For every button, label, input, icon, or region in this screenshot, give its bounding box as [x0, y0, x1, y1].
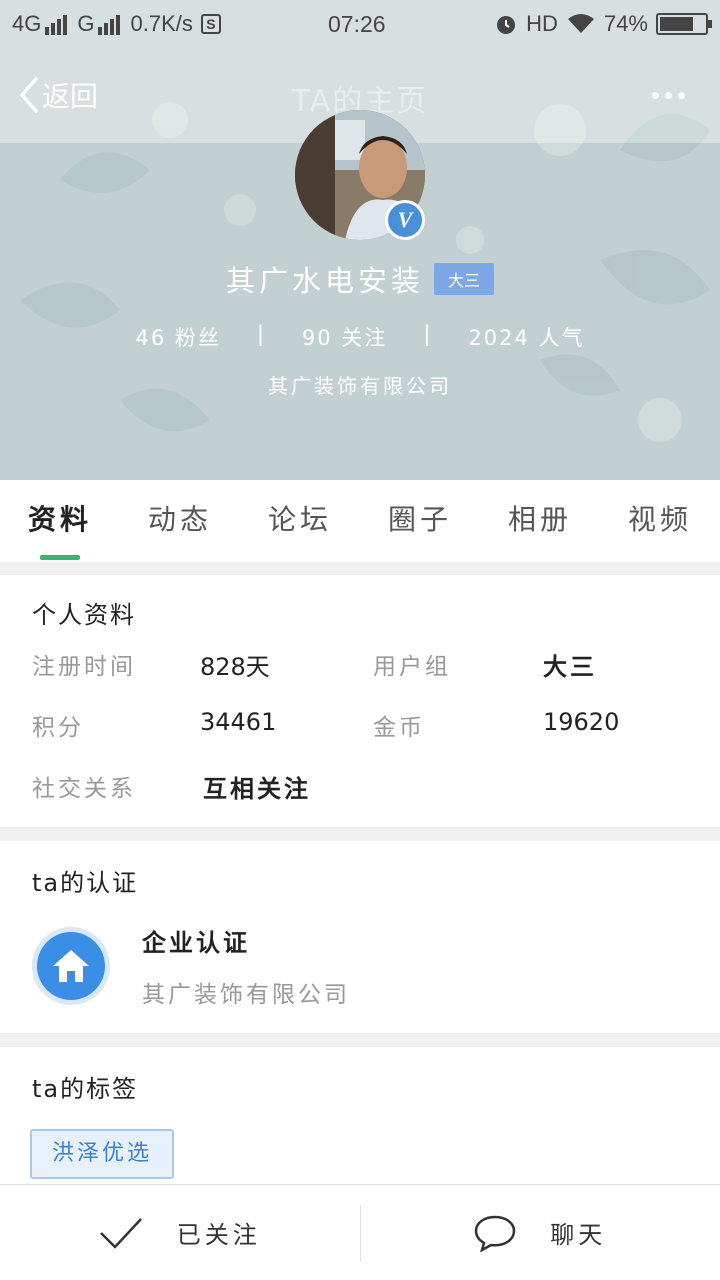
points-value: 34461 [200, 708, 277, 736]
social-value: 互相关注 [203, 775, 311, 803]
group-value: 大三 [543, 653, 597, 681]
stat-separator: | [423, 322, 433, 346]
clock: 07:26 [328, 11, 386, 37]
section-title: ta的标签 [32, 1075, 139, 1103]
social-label: 社交关系 [32, 776, 136, 802]
chat-label: 聊天 [550, 1221, 607, 1249]
popularity-count: 2024 人气 [468, 326, 585, 350]
profile-company: 其广装饰有限公司 [268, 374, 452, 398]
rank-badge: 大三 [434, 263, 495, 295]
stat-separator: | [256, 322, 266, 346]
signal-icon-2 [98, 13, 121, 35]
profile-header: 4G G 0.7K/s S 07:26 HD 74% 返回 TA的主页 V 其广… [0, 0, 720, 480]
reg-time-label: 注册时间 [32, 654, 136, 680]
profile-tabs: 资料 动态 论坛 圈子 相册 视频 [0, 480, 720, 562]
enterprise-cert-icon [32, 927, 110, 1005]
tab-activity[interactable]: 动态 [120, 480, 240, 562]
status-bar: 4G G 0.7K/s S 07:26 HD 74% [0, 0, 720, 48]
checkmark-icon [99, 1217, 142, 1249]
chat-bubble-icon [474, 1215, 516, 1252]
fans-count[interactable]: 46 粉丝 [135, 322, 220, 352]
section-title: ta的认证 [32, 869, 139, 897]
profile-stats: 46 粉丝 | 90 关注 | 2024 人气 [0, 322, 720, 352]
battery-icon [656, 13, 712, 35]
follows-count[interactable]: 90 关注 [302, 322, 387, 352]
bottom-action-bar: 已关注 聊天 [0, 1184, 720, 1280]
followed-button[interactable]: 已关注 [0, 1185, 360, 1280]
section-title: 个人资料 [32, 601, 136, 629]
certification-card: ta的认证 企业认证 其广装饰有限公司 [0, 841, 720, 1033]
alarm-icon [497, 16, 516, 34]
cert-type: 企业认证 [142, 929, 250, 957]
cert-company: 其广装饰有限公司 [142, 982, 350, 1008]
tag-chip[interactable]: 洪泽优选 [30, 1129, 175, 1179]
signal-icon [45, 13, 68, 35]
chat-button[interactable]: 聊天 [361, 1185, 720, 1280]
network-type-2: G [77, 11, 95, 36]
group-label: 用户组 [373, 654, 451, 680]
profile-name: 其广水电安装 [225, 264, 424, 298]
app-notification-icon: S [200, 14, 221, 34]
tags-card: ta的标签 洪泽优选 [0, 1047, 720, 1187]
home-icon [53, 950, 89, 982]
points-label: 积分 [32, 715, 84, 741]
reg-time-value: 828天 [200, 653, 270, 681]
tab-album[interactable]: 相册 [480, 480, 600, 562]
network-speed: 0.7K/s [130, 11, 193, 36]
followed-label: 已关注 [176, 1221, 261, 1249]
hd-indicator: HD [526, 11, 558, 36]
more-options-button[interactable] [652, 82, 692, 108]
coins-label: 金币 [373, 715, 425, 741]
personal-info-card: 个人资料 注册时间 828天 用户组 大三 积分 34461 金币 19620 … [0, 575, 720, 827]
tab-circle[interactable]: 圈子 [360, 480, 480, 562]
coins-value: 19620 [543, 708, 620, 736]
tab-forum[interactable]: 论坛 [240, 480, 360, 562]
wifi-icon [567, 14, 594, 33]
tab-video[interactable]: 视频 [600, 480, 720, 562]
tab-profile[interactable]: 资料 [0, 480, 120, 562]
battery-percent: 74% [603, 11, 648, 36]
network-type: 4G [12, 11, 42, 36]
verified-badge-icon: V [385, 200, 425, 240]
